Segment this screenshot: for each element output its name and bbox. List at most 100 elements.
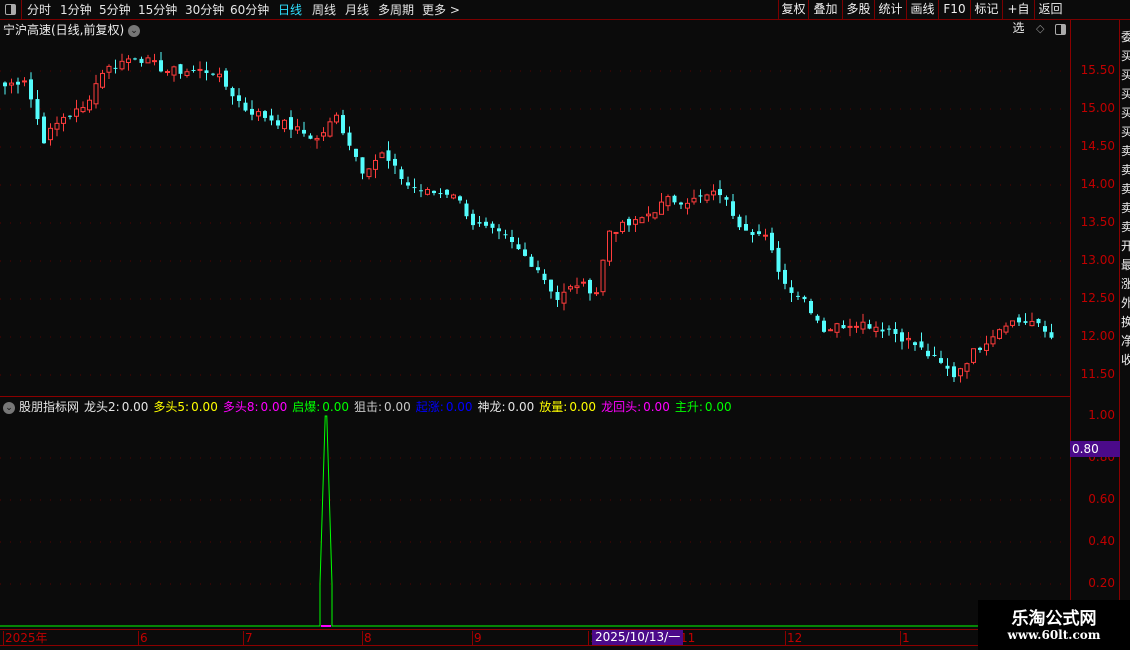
candle-up <box>1003 325 1009 333</box>
candle-down <box>263 111 267 118</box>
candle-up <box>87 99 92 111</box>
price-tick-label: 12.50 <box>1080 291 1115 305</box>
quote-label-fragment: 换 <box>1121 315 1130 329</box>
candle-down <box>484 221 488 226</box>
candle-up <box>964 363 970 372</box>
quote-label-fragment: 卖 <box>1121 144 1130 158</box>
candle-down <box>250 108 254 115</box>
candle-up <box>691 197 697 203</box>
indicator-tick-label: 0.60 <box>1088 492 1115 506</box>
indicator-item: 龙头2: 0.00 <box>84 400 148 414</box>
candle-down <box>204 70 209 73</box>
price-tick-label: 13.00 <box>1080 253 1115 267</box>
candle-down <box>237 95 241 101</box>
candle-up <box>620 221 625 233</box>
candle-down <box>731 201 735 216</box>
candle-up <box>48 127 53 141</box>
watermark-title: 乐淘公式网 <box>1011 609 1097 629</box>
candle-up <box>639 217 645 224</box>
candle-down <box>867 324 872 329</box>
candle-down <box>516 244 521 250</box>
candle-down <box>1023 321 1028 323</box>
date-label: 2025年 <box>3 631 48 645</box>
candle-down <box>432 190 436 194</box>
candle-down <box>724 197 729 200</box>
candle-down <box>555 292 560 300</box>
candle-down <box>243 102 248 111</box>
candle-down <box>841 325 846 329</box>
candle-down <box>16 81 20 85</box>
candle-down <box>438 193 443 195</box>
quote-label-fragment: 卖 <box>1121 163 1130 177</box>
candle-down <box>549 279 553 292</box>
chevron-down-icon[interactable]: ⌄ <box>3 401 15 414</box>
indicator-value: 0.00 <box>569 400 597 414</box>
chart-canvas <box>0 52 1068 627</box>
indicator-tick-label: 1.00 <box>1088 408 1115 422</box>
candle-down <box>744 224 748 231</box>
candle-down <box>3 82 7 87</box>
quote-label-fragment: 委 <box>1121 30 1130 44</box>
candle-up <box>54 122 60 130</box>
candle-up <box>873 326 879 332</box>
quote-label-fragment: 涨 <box>1121 277 1130 291</box>
candle-down <box>718 189 722 196</box>
candle-down <box>523 249 527 256</box>
candle-down <box>893 329 898 334</box>
indicator-item: 狙击: 0.00 <box>354 400 411 414</box>
candle-up <box>171 66 177 76</box>
candle-down <box>490 223 495 228</box>
candle-up <box>126 58 131 64</box>
candle-down <box>672 195 677 203</box>
candle-up <box>561 291 567 304</box>
candle-up <box>334 114 339 123</box>
candle-down <box>29 79 33 100</box>
date-axis: 2025年6789111121 <box>0 629 1070 646</box>
candle-down <box>42 116 46 144</box>
candle-up <box>581 281 586 284</box>
candle-down <box>211 73 215 75</box>
indicator-item: 起涨: 0.00 <box>416 400 473 414</box>
indicator-value: 0.00 <box>384 400 411 414</box>
indicator-item: 多头5: 0.00 <box>153 400 217 414</box>
indicator-label: 多头8: <box>222 400 259 414</box>
candle-down <box>1049 332 1054 338</box>
indicator-label: 龙头2: <box>84 400 120 414</box>
candle-up <box>1029 320 1035 327</box>
candle-down <box>412 187 417 189</box>
candle-down <box>627 218 631 226</box>
indicator-value: 0.00 <box>704 400 732 414</box>
candle-up <box>665 196 671 207</box>
candle-up <box>847 325 853 328</box>
candle-down <box>802 296 807 300</box>
candle-up <box>9 82 14 86</box>
indicator-tick-label: 0.20 <box>1088 576 1115 590</box>
quote-label-fragment: 卖 <box>1121 220 1130 234</box>
indicator-value: 0.00 <box>260 400 288 414</box>
date-label: 7 <box>243 631 253 645</box>
value-cursor-label: 0.80 <box>1070 441 1120 457</box>
candle-down <box>932 354 937 356</box>
candle-down <box>789 287 794 293</box>
candle-down <box>510 237 514 243</box>
candle-up <box>451 194 456 199</box>
candle-up <box>80 107 86 113</box>
candle-up <box>854 325 859 328</box>
candle-up <box>74 108 79 117</box>
watermark-url: www.60lt.com <box>1007 628 1101 642</box>
candle-up <box>711 190 716 196</box>
candle-up <box>860 321 866 330</box>
quote-label-fragment: 卖 <box>1121 201 1130 215</box>
candle-down <box>347 132 352 146</box>
indicator-label: 狙击: <box>354 400 383 414</box>
candle-up <box>652 212 658 219</box>
candle-up <box>282 119 287 130</box>
date-label: 1 <box>900 631 910 645</box>
candle-down <box>822 320 826 332</box>
candle-down <box>471 213 475 226</box>
candle-down <box>679 202 683 205</box>
indicator-label: 龙回头: <box>601 400 642 414</box>
candle-up <box>990 336 996 345</box>
indicator-item: 龙回头: 0.00 <box>601 400 670 414</box>
candle-down <box>588 279 592 294</box>
